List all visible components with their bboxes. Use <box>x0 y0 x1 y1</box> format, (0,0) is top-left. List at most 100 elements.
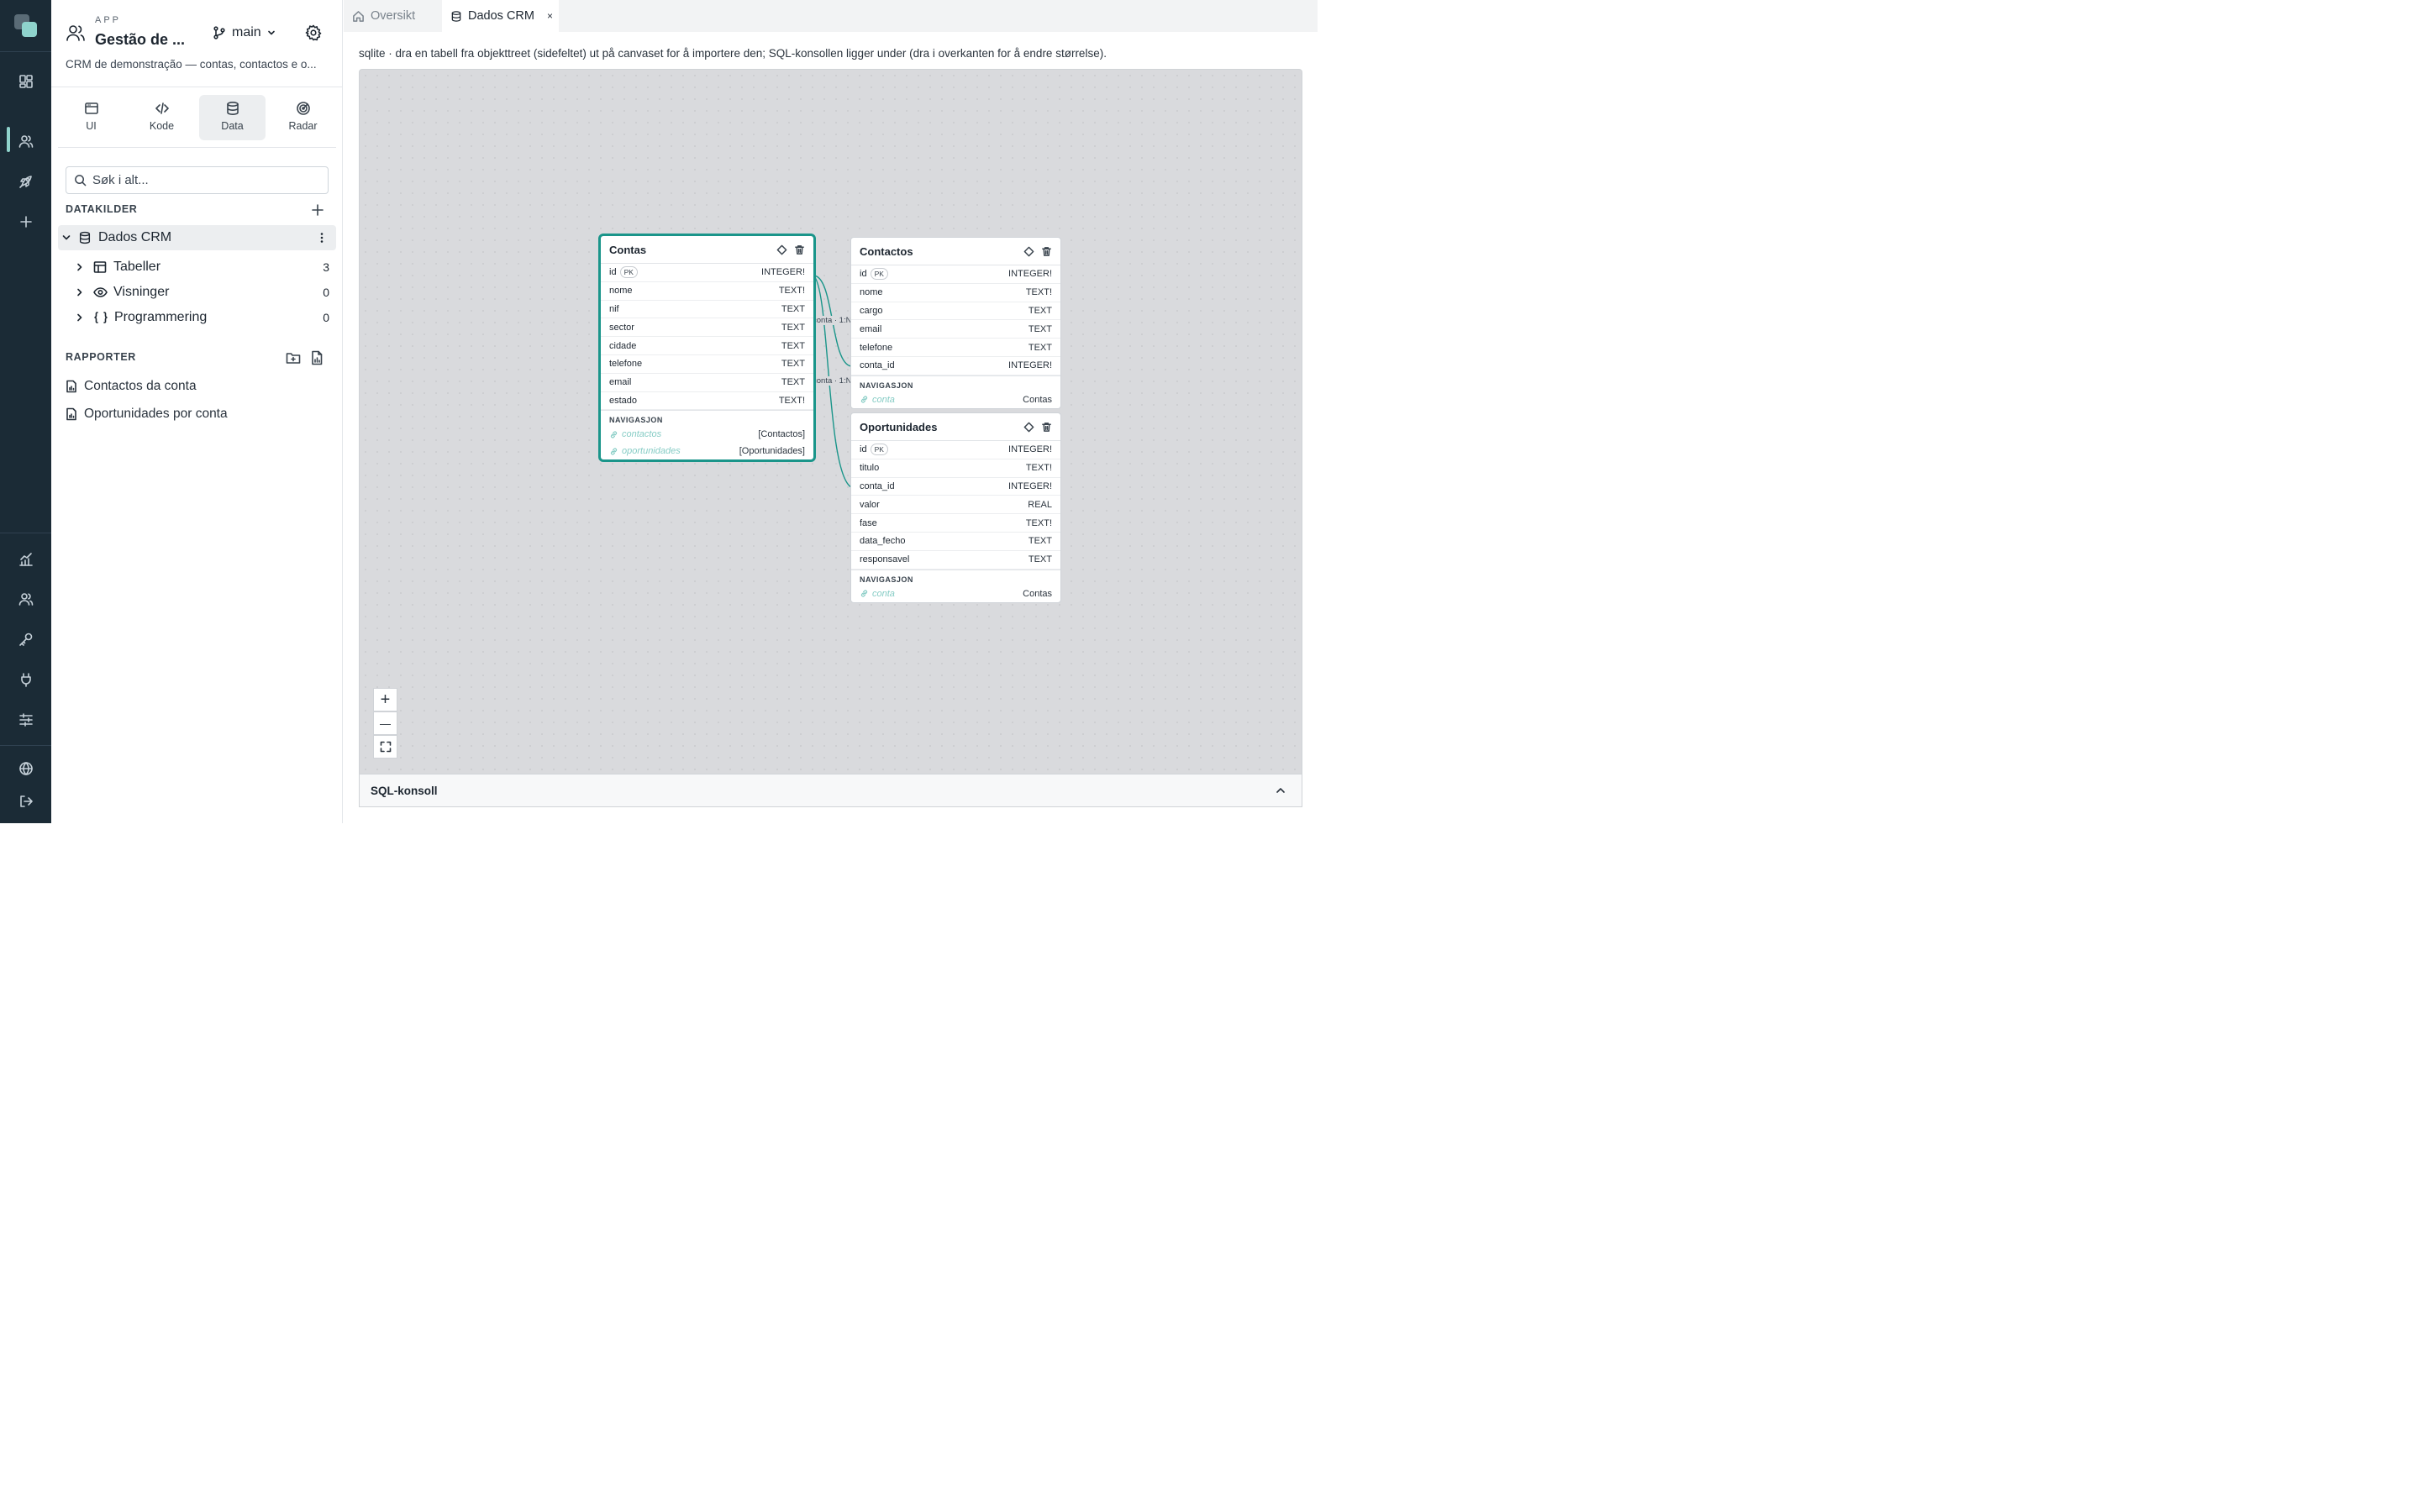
field-row[interactable]: estado TEXT! <box>601 392 813 411</box>
sliders-icon[interactable] <box>0 703 51 737</box>
field-name-cell: valor <box>860 500 1028 510</box>
field-row[interactable]: conta_id INTEGER! <box>851 478 1060 496</box>
new-report-icon[interactable] <box>308 349 325 366</box>
field-row[interactable]: responsavel TEXT <box>851 551 1060 570</box>
field-row[interactable]: sector TEXT <box>601 318 813 338</box>
close-tab-icon[interactable]: × <box>547 10 553 22</box>
globe-icon[interactable] <box>0 752 51 785</box>
rocket-icon[interactable] <box>0 165 51 198</box>
mode-tab-data[interactable]: Data <box>199 95 266 140</box>
navigation-row[interactable]: contactos [Contactos] <box>601 426 813 443</box>
app-logo[interactable] <box>0 10 51 42</box>
tree-item-count: 0 <box>323 286 329 299</box>
table-card-header[interactable]: Contactos <box>851 238 1060 265</box>
field-name: conta_id <box>860 360 895 371</box>
sql-console-bar[interactable]: SQL-konsoll <box>359 774 1302 807</box>
field-type: INTEGER! <box>1008 444 1052 455</box>
trash-icon[interactable] <box>1041 246 1052 257</box>
navigation-name-cell: oportunidades <box>609 446 739 456</box>
field-row[interactable]: valor REAL <box>851 496 1060 515</box>
table-card-header[interactable]: Contas <box>601 236 813 264</box>
field-name-cell: id PK <box>860 268 1008 281</box>
field-row[interactable]: id PK INTEGER! <box>851 441 1060 459</box>
dashboard-icon[interactable] <box>0 65 51 98</box>
navigation-list: contactos [Contactos] oportunidades [Oportu… <box>601 426 813 459</box>
trash-icon[interactable] <box>794 244 805 255</box>
mode-tab-ui[interactable]: UI <box>58 95 124 140</box>
field-name-cell: telefone <box>860 343 1028 353</box>
tab-oversikt[interactable]: Oversikt <box>344 0 441 32</box>
locate-icon[interactable] <box>1023 246 1034 257</box>
field-row[interactable]: email TEXT <box>851 320 1060 339</box>
tree-item-programmering[interactable]: Programmering 0 <box>58 305 336 330</box>
field-row[interactable]: email TEXT <box>601 374 813 392</box>
schema-canvas[interactable]: conta · 1:N conta · 1:N Contas id PK INTEG… <box>359 69 1302 774</box>
plus-icon[interactable] <box>0 205 51 239</box>
field-row[interactable]: nome TEXT! <box>851 284 1060 302</box>
search-input[interactable] <box>92 173 319 187</box>
chevron-right-icon[interactable] <box>75 312 85 323</box>
table-card-header[interactable]: Oportunidades <box>851 413 1060 441</box>
chevron-right-icon[interactable] <box>75 287 85 297</box>
report-oportunidades-por-conta[interactable]: Oportunidades por conta <box>66 404 228 424</box>
field-row[interactable]: telefone TEXT <box>851 339 1060 357</box>
table-card-oportunidades[interactable]: Oportunidades id PK INTEGER! titulo TEXT! con… <box>850 412 1061 603</box>
branch-selector[interactable]: main <box>212 24 276 42</box>
tree-item-visninger[interactable]: Visninger 0 <box>58 280 336 305</box>
field-row[interactable]: nif TEXT <box>601 301 813 319</box>
navigation-row[interactable]: conta Contas <box>851 585 1060 602</box>
report-contactos-da-conta[interactable]: Contactos da conta <box>66 376 197 396</box>
field-type: TEXT <box>1028 536 1052 547</box>
tree-item-count: 3 <box>323 260 329 274</box>
app-title[interactable]: Gestão de ... <box>95 31 185 49</box>
add-datasource-plus-icon[interactable] <box>309 202 326 218</box>
datasource-dados-crm[interactable]: Dados CRM <box>58 225 336 250</box>
zoom-in-button[interactable]: + <box>373 688 397 711</box>
mode-tab-radar[interactable]: Radar <box>270 95 336 140</box>
chevron-up-icon[interactable] <box>1275 785 1286 796</box>
locate-icon[interactable] <box>776 244 787 255</box>
field-type: INTEGER! <box>1008 269 1052 280</box>
field-row[interactable]: cargo TEXT <box>851 302 1060 321</box>
field-row[interactable]: id PK INTEGER! <box>601 264 813 282</box>
new-folder-icon[interactable] <box>285 349 302 366</box>
more-options-icon[interactable] <box>316 232 328 244</box>
analytics-icon[interactable] <box>0 543 51 576</box>
chevron-down-icon[interactable] <box>61 233 71 243</box>
table-card-contas[interactable]: Contas id PK INTEGER! nome TEXT! nif TEXT secto… <box>598 234 816 463</box>
field-type: TEXT <box>781 377 805 388</box>
field-row[interactable]: nome TEXT! <box>601 282 813 301</box>
report-icon <box>66 407 76 421</box>
field-name: nome <box>609 286 633 297</box>
settings-gear-icon[interactable] <box>305 24 322 41</box>
team-icon[interactable] <box>0 582 51 616</box>
navigation-row[interactable]: oportunidades [Oportunidades] <box>601 443 813 459</box>
trash-icon[interactable] <box>1041 422 1052 433</box>
logout-icon[interactable] <box>0 785 51 818</box>
field-name: telefone <box>860 342 893 353</box>
tab-dados-crm[interactable]: Dados CRM × <box>442 0 559 32</box>
mode-tab-code[interactable]: Kode <box>129 95 195 140</box>
field-row[interactable]: titulo TEXT! <box>851 459 1060 478</box>
users-icon[interactable] <box>0 124 51 158</box>
table-card-contactos[interactable]: Contactos id PK INTEGER! nome TEXT! cargo TEXT… <box>850 237 1061 409</box>
field-row[interactable]: conta_id INTEGER! <box>851 357 1060 375</box>
field-row[interactable]: cidade TEXT <box>601 337 813 355</box>
navigation-list: conta Contas <box>851 391 1060 408</box>
zoom-out-button[interactable]: — <box>373 711 397 735</box>
plug-icon[interactable] <box>0 663 51 696</box>
field-row[interactable]: data_fecho TEXT <box>851 533 1060 551</box>
navigation-row[interactable]: conta Contas <box>851 391 1060 408</box>
field-row[interactable]: fase TEXT! <box>851 514 1060 533</box>
fit-view-button[interactable] <box>373 735 397 759</box>
rail-divider <box>0 51 51 52</box>
navigation-target: Contas <box>1023 588 1052 599</box>
locate-icon[interactable] <box>1023 422 1034 433</box>
tree-item-label: Visninger <box>113 285 170 299</box>
field-row[interactable]: id PK INTEGER! <box>851 265 1060 284</box>
search-box[interactable] <box>66 166 329 194</box>
chevron-right-icon[interactable] <box>75 262 85 272</box>
key-icon[interactable] <box>0 622 51 656</box>
field-row[interactable]: telefone TEXT <box>601 355 813 374</box>
tree-item-tabeller[interactable]: Tabeller 3 <box>58 255 336 280</box>
